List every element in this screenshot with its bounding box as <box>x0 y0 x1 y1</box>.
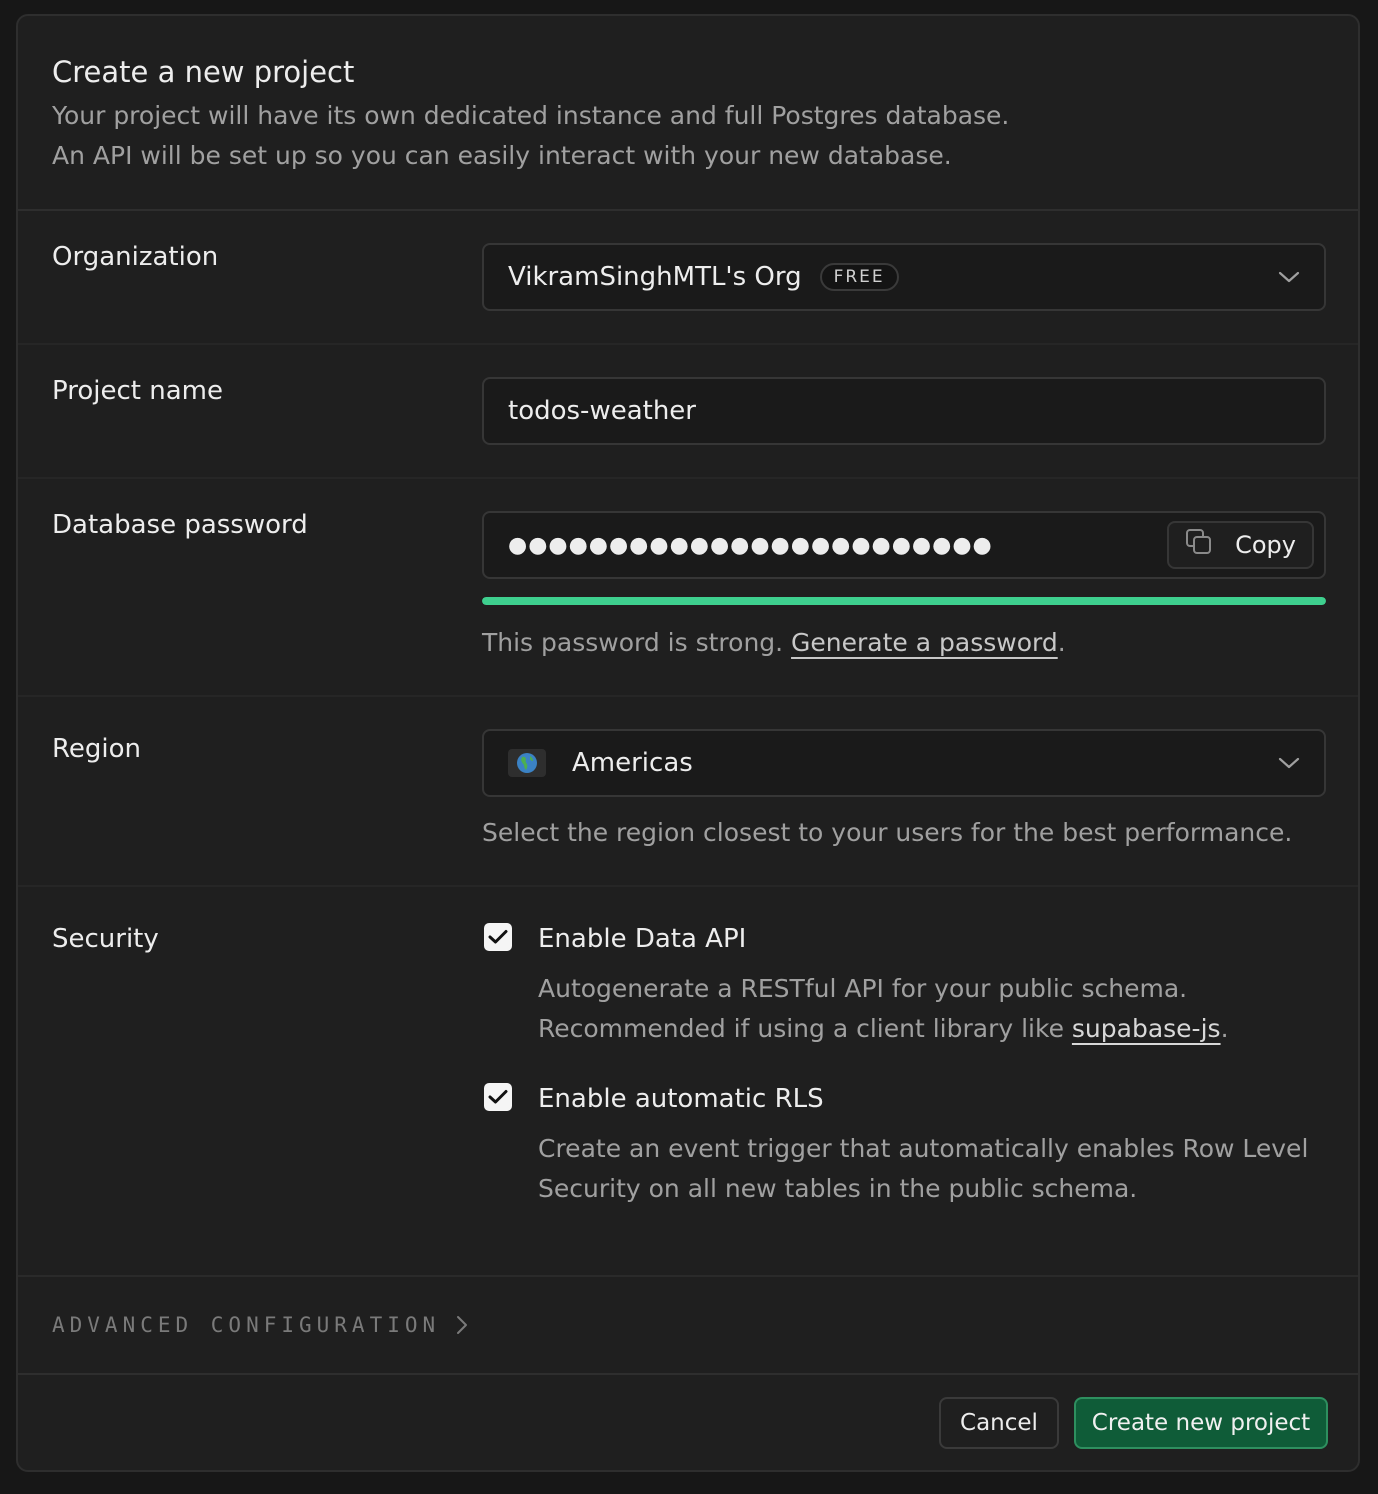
password-hint-suffix: . <box>1057 628 1066 657</box>
region-select[interactable]: Americas <box>482 729 1326 797</box>
region-hint: Select the region closest to your users … <box>482 818 1293 847</box>
description-line-1: Your project will have its own dedicated… <box>52 101 1010 130</box>
region-row: Region Americas Select the region closes… <box>18 697 1358 887</box>
project-name-value: todos-weather <box>508 396 696 426</box>
data-api-description: Autogenerate a RESTful API for your publ… <box>538 969 1326 1049</box>
project-name-row: Project name todos-weather <box>18 345 1358 479</box>
advanced-configuration-label: ADVANCED CONFIGURATION <box>52 1313 441 1337</box>
data-api-option: Enable Data API Autogenerate a RESTful A… <box>482 921 1326 1049</box>
copy-button[interactable]: Copy <box>1167 521 1314 569</box>
project-name-label: Project name <box>52 376 223 406</box>
database-password-row: Database password ●●●●●●●●●●●●●●●●●●●●●●… <box>18 479 1358 697</box>
auto-rls-checkbox[interactable] <box>484 1083 512 1111</box>
data-api-title: Enable Data API <box>538 924 747 954</box>
auto-rls-desc-line2: Security on all new tables in the public… <box>538 1174 1138 1203</box>
copy-icon <box>1185 528 1213 562</box>
create-project-button[interactable]: Create new project <box>1074 1397 1328 1449</box>
generate-password-link[interactable]: Generate a password <box>791 628 1058 657</box>
password-hint-text: This password is strong. <box>482 628 792 657</box>
data-api-desc-line2: Recommended if using a client library li… <box>538 1014 1072 1043</box>
auto-rls-desc-line1: Create an event trigger that automatical… <box>538 1134 1309 1163</box>
advanced-configuration-toggle[interactable]: ADVANCED CONFIGURATION <box>18 1277 1358 1375</box>
dialog-footer: Cancel Create new project <box>18 1375 1358 1470</box>
region-label: Region <box>52 734 142 764</box>
globe-americas-icon <box>508 749 546 777</box>
auto-rls-option: Enable automatic RLS Create an event tri… <box>482 1081 1326 1209</box>
checkmark-icon <box>488 930 508 944</box>
supabase-js-link[interactable]: supabase-js <box>1072 1014 1221 1043</box>
chevron-right-icon <box>456 1315 468 1335</box>
project-name-input[interactable]: todos-weather <box>482 377 1326 445</box>
password-hint: This password is strong. Generate a pass… <box>482 625 1326 661</box>
password-strength-fill <box>482 597 1326 605</box>
create-project-dialog: Create a new project Your project will h… <box>16 14 1360 1472</box>
description-line-2: An API will be set up so you can easily … <box>52 141 952 170</box>
data-api-desc-suffix: . <box>1220 1014 1229 1043</box>
organization-value: VikramSinghMTL's Org <box>508 262 802 292</box>
region-value: Americas <box>572 748 693 778</box>
auto-rls-title: Enable automatic RLS <box>538 1084 824 1114</box>
checkmark-icon <box>488 1090 508 1104</box>
database-password-input[interactable]: ●●●●●●●●●●●●●●●●●●●●●●●● Copy <box>482 511 1326 579</box>
page-title: Create a new project <box>52 55 355 89</box>
auto-rls-description: Create an event trigger that automatical… <box>538 1129 1326 1209</box>
copy-label: Copy <box>1235 531 1296 559</box>
database-password-label: Database password <box>52 510 308 540</box>
password-masked-value: ●●●●●●●●●●●●●●●●●●●●●●●● <box>508 532 993 558</box>
organization-label: Organization <box>52 242 219 272</box>
plan-badge: FREE <box>819 263 899 291</box>
dialog-header: Create a new project Your project will h… <box>18 16 1358 211</box>
chevron-down-icon <box>1278 756 1300 770</box>
chevron-down-icon <box>1278 270 1300 284</box>
organization-select[interactable]: VikramSinghMTL's Org FREE <box>482 243 1326 311</box>
page-description: Your project will have its own dedicated… <box>52 96 1324 176</box>
security-row: Security Enable Data API Autogenerate a … <box>18 887 1358 1277</box>
security-label: Security <box>52 924 159 954</box>
cancel-button[interactable]: Cancel <box>939 1397 1059 1449</box>
data-api-checkbox[interactable] <box>484 923 512 951</box>
password-strength-meter <box>482 597 1326 605</box>
organization-row: Organization VikramSinghMTL's Org FREE <box>18 211 1358 345</box>
data-api-desc-line1: Autogenerate a RESTful API for your publ… <box>538 974 1188 1003</box>
